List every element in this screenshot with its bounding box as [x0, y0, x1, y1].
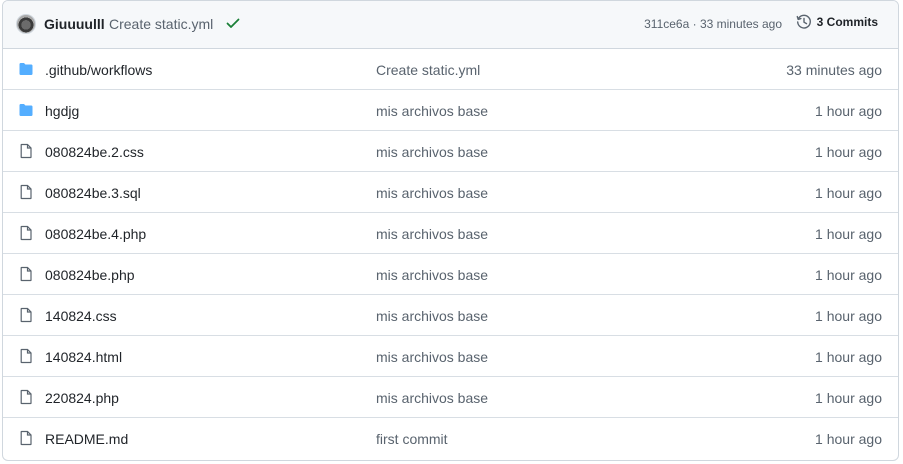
- file-row[interactable]: 080824be.2.css mis archivos base 1 hour ag…: [3, 131, 898, 172]
- file-name-link[interactable]: 140824.css: [45, 308, 117, 324]
- file-name-link[interactable]: 140824.html: [45, 349, 122, 365]
- file-commit-time: 1 hour ago: [815, 144, 882, 160]
- file-name-link[interactable]: README.md: [45, 431, 128, 447]
- file-commit-message-link[interactable]: Create static.yml: [376, 62, 480, 78]
- file-commit-time: 1 hour ago: [815, 308, 882, 324]
- file-commit-message-link[interactable]: mis archivos base: [376, 267, 488, 283]
- commits-link[interactable]: 3 Commits: [796, 14, 878, 30]
- file-commit-time: 1 hour ago: [815, 390, 882, 406]
- folder-icon: [18, 61, 34, 77]
- file-icon: [18, 143, 34, 159]
- file-icon: [18, 225, 34, 241]
- file-commit-message-link[interactable]: mis archivos base: [376, 226, 488, 242]
- file-commit-message-link[interactable]: mis archivos base: [376, 103, 488, 119]
- file-commit-message-link[interactable]: mis archivos base: [376, 390, 488, 406]
- file-icon: [18, 266, 34, 282]
- check-icon[interactable]: [225, 15, 241, 31]
- commit-message[interactable]: Create static.yml: [109, 16, 213, 32]
- file-commit-message-link[interactable]: mis archivos base: [376, 308, 488, 324]
- latest-commit-bar: Giuuuulll Create static.yml 311ce6a · 33…: [3, 1, 898, 49]
- file-row[interactable]: 140824.html mis archivos base 1 hour ago: [3, 336, 898, 377]
- file-icon: [18, 307, 34, 323]
- file-row[interactable]: 080824be.php mis archivos base 1 hour ago: [3, 254, 898, 295]
- file-icon: [18, 184, 34, 200]
- file-commit-time: 1 hour ago: [815, 349, 882, 365]
- commit-hash-time[interactable]: 311ce6a · 33 minutes ago: [644, 17, 782, 31]
- file-commit-message-link[interactable]: mis archivos base: [376, 185, 488, 201]
- file-icon: [18, 389, 34, 405]
- file-browser: Giuuuulll Create static.yml 311ce6a · 33…: [2, 0, 899, 461]
- file-row[interactable]: hgdjg mis archivos base 1 hour ago: [3, 90, 898, 131]
- file-name-link[interactable]: 080824be.3.sql: [45, 185, 141, 201]
- file-row[interactable]: README.md first commit 1 hour ago: [3, 418, 898, 459]
- file-row[interactable]: 080824be.3.sql mis archivos base 1 hour ag…: [3, 172, 898, 213]
- commits-count-label: 3 Commits: [816, 15, 878, 29]
- file-icon: [18, 430, 34, 446]
- file-icon: [18, 348, 34, 364]
- file-commit-time: 1 hour ago: [815, 431, 882, 447]
- avatar[interactable]: [16, 14, 36, 34]
- file-row[interactable]: 220824.php mis archivos base 1 hour ago: [3, 377, 898, 418]
- commit-author[interactable]: Giuuuulll: [44, 16, 105, 32]
- file-commit-time: 1 hour ago: [815, 185, 882, 201]
- file-commit-message-link[interactable]: mis archivos base: [376, 349, 488, 365]
- file-commit-time: 1 hour ago: [815, 267, 882, 283]
- file-name-link[interactable]: 080824be.4.php: [45, 226, 146, 242]
- file-name-link[interactable]: 080824be.php: [45, 267, 135, 283]
- folder-icon: [18, 102, 34, 118]
- file-commit-message-link[interactable]: mis archivos base: [376, 144, 488, 160]
- file-commit-time: 1 hour ago: [815, 226, 882, 242]
- file-name-link[interactable]: hgdjg: [45, 103, 79, 119]
- file-row[interactable]: .github/workflows Create static.yml 33 min…: [3, 49, 898, 90]
- file-name-link[interactable]: 080824be.2.css: [45, 144, 144, 160]
- file-list: .github/workflows Create static.yml 33 min…: [3, 49, 898, 459]
- file-row[interactable]: 140824.css mis archivos base 1 hour ago: [3, 295, 898, 336]
- history-icon: [796, 14, 811, 29]
- file-commit-message-link[interactable]: first commit: [376, 431, 448, 447]
- file-name-link[interactable]: .github/workflows: [45, 62, 152, 78]
- file-name-link[interactable]: 220824.php: [45, 390, 119, 406]
- file-row[interactable]: 080824be.4.php mis archivos base 1 hour ag…: [3, 213, 898, 254]
- file-commit-time: 1 hour ago: [815, 103, 882, 119]
- file-commit-time: 33 minutes ago: [786, 62, 882, 78]
